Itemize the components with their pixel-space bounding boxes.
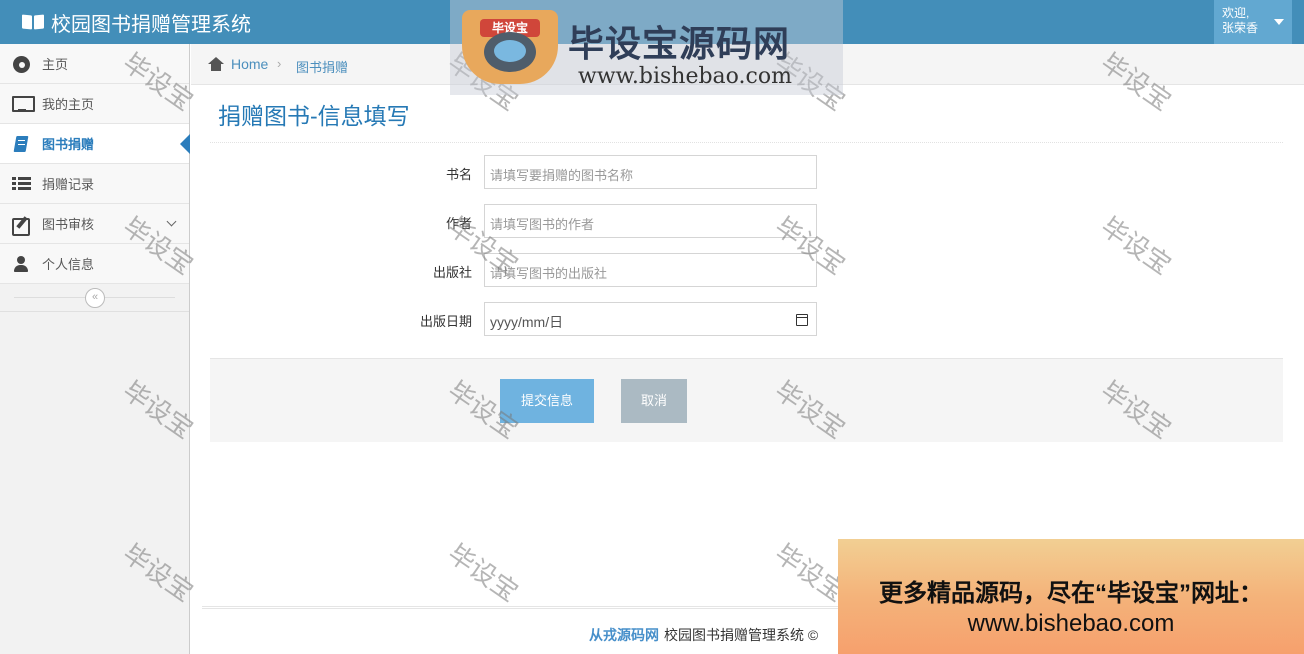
form-actions: 提交信息 取消 [210, 358, 1283, 442]
dashboard-icon [12, 55, 32, 73]
book-icon [12, 136, 32, 152]
author-input[interactable]: 请填写图书的作者 [484, 204, 817, 238]
edit-icon [12, 216, 32, 236]
publish-date-input[interactable]: yyyy/mm/日 [484, 302, 817, 336]
user-menu[interactable]: 欢迎, 张荣香 [1214, 0, 1292, 44]
logo-ring-icon [484, 32, 536, 72]
sidebar-item-book-donation[interactable]: 图书捐赠 [0, 124, 190, 164]
promo-ad: 更多精品源码，尽在“毕设宝”网址： www.bishebao.com [838, 539, 1304, 654]
form-row-publish-date: 出版日期 yyyy/mm/日 [210, 302, 910, 336]
form-row-author: 作者 请填写图书的作者 [210, 204, 910, 238]
sidebar-item-label: 图书审核 [42, 217, 95, 232]
book-name-label: 书名 [445, 167, 472, 182]
app-brand[interactable]: 校园图书捐赠管理系统 [22, 0, 251, 44]
form-row-book-name: 书名 请填写要捐赠的图书名称 [210, 155, 910, 189]
author-label: 作者 [445, 216, 472, 231]
site-banner: 毕设宝 毕设宝源码网 www.bishebao.com [450, 0, 843, 95]
chevron-down-icon [166, 216, 177, 227]
submit-button[interactable]: 提交信息 [500, 379, 594, 423]
page-divider [210, 142, 1283, 143]
footer: 从戎源码网 校园图书捐赠管理系统 © [589, 625, 818, 645]
sidebar-item-label: 图书捐赠 [42, 137, 95, 152]
sidebar-item-personal-info[interactable]: 个人信息 [0, 244, 189, 284]
publisher-label: 出版社 [432, 265, 472, 280]
sidebar-item-label: 我的主页 [42, 97, 95, 112]
calendar-icon[interactable] [796, 314, 808, 326]
form-row-publisher: 出版社 请填写图书的出版社 [210, 253, 910, 287]
sidebar-item-label: 主页 [42, 57, 69, 72]
breadcrumb-home-link[interactable]: Home [231, 56, 268, 72]
breadcrumb-separator: › [277, 56, 282, 71]
sidebar-item-donation-records[interactable]: 捐赠记录 [0, 164, 189, 204]
sidebar-item-book-review[interactable]: 图书审核 [0, 204, 189, 244]
sidebar-item-my-home[interactable]: 我的主页 [0, 84, 189, 124]
banner-logo: 毕设宝 [462, 10, 558, 84]
sidebar-item-label: 捐赠记录 [42, 177, 95, 192]
user-icon [12, 255, 32, 272]
desktop-icon [12, 95, 35, 112]
footer-brand[interactable]: 从戎源码网 [589, 627, 659, 643]
breadcrumb-current[interactable]: 图书捐赠 [296, 57, 348, 76]
cancel-button[interactable]: 取消 [621, 379, 687, 423]
publisher-input[interactable]: 请填写图书的出版社 [484, 253, 817, 287]
caret-down-icon [1274, 19, 1284, 25]
book-open-icon [22, 14, 44, 30]
watermark: 毕设宝 [442, 538, 524, 609]
watermark: 毕设宝 [1095, 211, 1177, 282]
promo-ad-url: www.bishebao.com [967, 610, 1175, 637]
sidebar: 主页 我的主页 图书捐赠 捐赠记录 图书审核 个人信息 « [0, 44, 190, 654]
sidebar-item-label: 个人信息 [42, 257, 95, 272]
sidebar-collapse-bar: « [0, 284, 189, 312]
banner-title: 毕设宝源码网 [568, 23, 791, 64]
publish-date-label: 出版日期 [419, 314, 472, 329]
page-title: 捐赠图书-信息填写 [218, 103, 410, 129]
promo-ad-line1: 更多精品源码，尽在“毕设宝”网址： [879, 580, 1263, 607]
book-name-input[interactable]: 请填写要捐赠的图书名称 [484, 155, 817, 189]
collapse-sidebar-button[interactable]: « [85, 288, 105, 308]
home-icon [208, 57, 224, 71]
list-icon [12, 176, 32, 192]
publish-date-placeholder: yyyy/mm/日 [490, 314, 564, 330]
banner-url: www.bishebao.com [578, 64, 792, 89]
footer-copyright: 校园图书捐赠管理系统 © [664, 627, 819, 643]
sidebar-item-home[interactable]: 主页 [0, 44, 189, 84]
app-title: 校园图书捐赠管理系统 [51, 13, 251, 36]
